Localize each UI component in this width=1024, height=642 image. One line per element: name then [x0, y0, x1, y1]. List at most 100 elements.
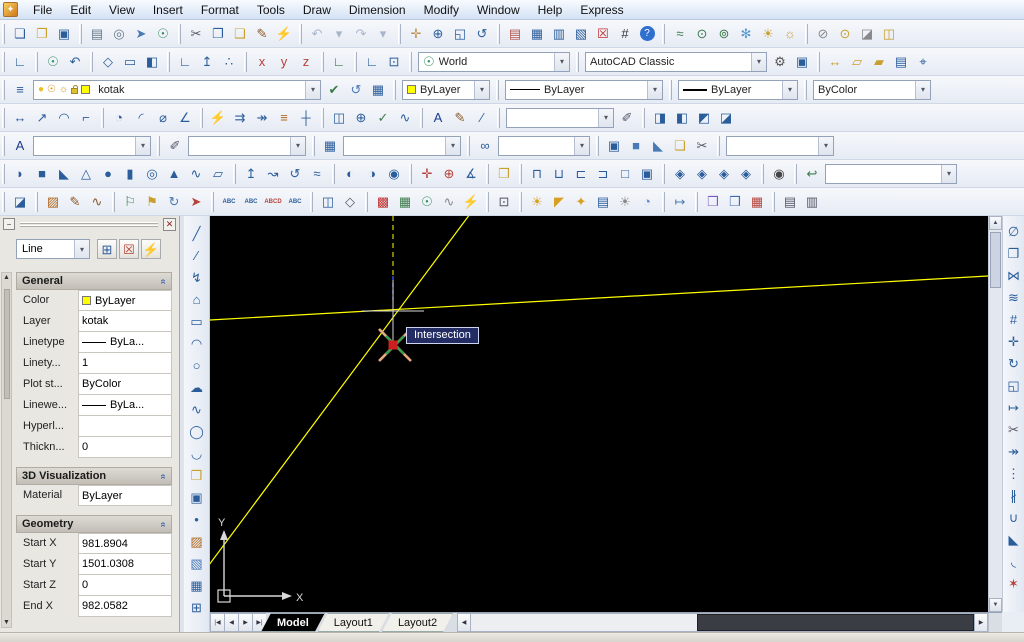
ucs-world-button[interactable]: ☉ [42, 51, 64, 73]
toolbar-grip-icon[interactable] [486, 191, 489, 212]
ucs-button[interactable]: ∟ [9, 51, 31, 73]
menu-insert[interactable]: Insert [144, 1, 192, 19]
table-style-icon-button[interactable]: ▦ [319, 135, 341, 157]
toolbar-grip-icon[interactable] [79, 23, 82, 44]
loft-button[interactable]: ≈ [306, 163, 328, 185]
property-value[interactable]: 1501.0308 [78, 553, 172, 575]
new-distant-light-button[interactable]: ✦ [570, 191, 592, 213]
collapse-chevron-icon[interactable]: « [158, 521, 169, 527]
layer-unlock-button[interactable]: ⊙ [834, 23, 856, 45]
sweep-button[interactable]: ↝ [262, 163, 284, 185]
view-se-isometric-button[interactable]: ◈ [691, 163, 713, 185]
3d-rotate-button[interactable]: ⊕ [438, 163, 460, 185]
dim-linear-button[interactable]: ↔ [9, 107, 31, 129]
chamfer-button[interactable]: ◣ [1003, 528, 1024, 550]
sync-attributes-button[interactable]: ↻ [163, 191, 185, 213]
multileader-style-arrow-icon[interactable]: ▾ [574, 136, 589, 155]
canvas-horizontal-scrollbar[interactable]: ◀ ▶ [457, 613, 988, 632]
toolbar-grip-icon[interactable] [2, 163, 5, 184]
menu-dimension[interactable]: Dimension [340, 1, 415, 19]
sky-background-button[interactable]: ◔ [636, 191, 658, 213]
toolbar-grip-icon[interactable] [409, 163, 412, 184]
named-ucs-button[interactable]: ∟ [361, 51, 383, 73]
lock-objects-button[interactable]: ◪ [856, 23, 878, 45]
toolbar-grip-icon[interactable] [496, 79, 499, 100]
property-value[interactable]: ByColor [78, 373, 172, 395]
view-name-arrow-icon[interactable]: ▾ [941, 164, 956, 183]
select-objects-button[interactable]: ☒ [119, 239, 139, 259]
palette-scrollbar[interactable]: ▲ ▼ [1, 272, 12, 628]
new-file-button[interactable]: ❏ [9, 23, 31, 45]
ellipse-arc-button[interactable]: ◡ [186, 442, 208, 464]
palette-scroll-thumb[interactable] [4, 289, 10, 399]
palette-scroll-up-icon[interactable]: ▲ [2, 273, 11, 282]
dim-radius-button[interactable]: ◔ [108, 107, 130, 129]
copy-button[interactable]: ❐ [207, 23, 229, 45]
edit-hatch-button[interactable]: ▨ [42, 191, 64, 213]
ucs-view-button[interactable]: ◧ [141, 51, 163, 73]
view-front-button[interactable]: □ [614, 163, 636, 185]
palette-drag-grip[interactable] [20, 221, 158, 227]
toolbar-grip-icon[interactable] [662, 163, 665, 184]
quick-dimension-button[interactable]: ⚡ [207, 107, 229, 129]
extend-button[interactable]: ↠ [1003, 440, 1024, 462]
union-button[interactable]: ◐ [339, 163, 361, 185]
markup-set-manager-button[interactable]: ☒ [592, 23, 614, 45]
toolbar-grip-icon[interactable] [519, 163, 522, 184]
color-dropdown[interactable]: ByLayer ▾ [402, 79, 490, 100]
toolbar-grip-icon[interactable] [233, 163, 236, 184]
make-block-button[interactable]: ▣ [186, 486, 208, 508]
trim-xref-button[interactable]: ✂ [691, 135, 713, 157]
offset-button[interactable]: ≋ [1003, 286, 1024, 308]
toggle-pickadd-button[interactable]: ⊞ [97, 239, 117, 259]
make-object-layer-current-button[interactable]: ✔ [323, 79, 345, 101]
plot-preview-button[interactable]: ◎ [108, 23, 130, 45]
view-back-button[interactable]: ▣ [636, 163, 658, 185]
layer-properties-manager-button[interactable]: ≡ [9, 79, 31, 101]
toolbar-grip-icon[interactable] [497, 23, 500, 44]
toolbar-grip-icon[interactable] [467, 135, 470, 156]
dim-center-mark-button[interactable]: ⊕ [350, 107, 372, 129]
distance-button[interactable]: ↔ [824, 51, 846, 73]
ucs-rotate-y-button[interactable]: y [273, 51, 295, 73]
linetype-dropdown[interactable]: ByLayer ▾ [505, 79, 663, 100]
create-camera-button[interactable]: ◉ [768, 163, 790, 185]
light-list-button[interactable]: ▤ [592, 191, 614, 213]
move-button[interactable]: ✛ [1003, 330, 1024, 352]
toolbar-grip-icon[interactable] [817, 51, 820, 72]
toolbar-grip-icon[interactable] [321, 107, 324, 128]
export-dgn-button[interactable]: ❒ [724, 191, 746, 213]
paste-button[interactable]: ❑ [229, 23, 251, 45]
toolbar-grip-icon[interactable] [321, 51, 324, 72]
undo-button[interactable]: ↶ [306, 23, 328, 45]
toolbar-grip-icon[interactable] [35, 191, 38, 212]
dim-style-icon-button[interactable]: ✐ [164, 135, 186, 157]
toolbar-grip-icon[interactable] [244, 51, 247, 72]
quick-select-button[interactable]: ⚡ [141, 239, 161, 259]
toolbar-grip-icon[interactable] [312, 135, 315, 156]
wedge-button[interactable]: ◣ [53, 163, 75, 185]
toolbar-grip-icon[interactable] [332, 163, 335, 184]
new-spotlight-button[interactable]: ◤ [548, 191, 570, 213]
multileader-style-dropdown[interactable]: ▾ [498, 135, 590, 156]
lineweight-arrow-icon[interactable]: ▾ [782, 80, 797, 99]
copy-nested-objects-button[interactable]: ❏ [669, 135, 691, 157]
ucs-apply-button[interactable]: ∟ [328, 51, 350, 73]
scroll-down-icon[interactable]: ▼ [989, 598, 1002, 612]
solid-corner-button[interactable]: ◣ [647, 135, 669, 157]
hyperlink-button[interactable]: ∞ [474, 135, 496, 157]
property-value[interactable]: ByLa... [78, 394, 172, 416]
toolbar-grip-icon[interactable] [354, 51, 357, 72]
batch-plot-button[interactable]: ▥ [801, 191, 823, 213]
toolbar-grip-icon[interactable] [101, 107, 104, 128]
section-header[interactable]: Geometry « [16, 515, 172, 533]
toolbar-grip-icon[interactable] [2, 79, 5, 100]
dim-continue-button[interactable]: ↠ [251, 107, 273, 129]
visual-styles-button[interactable]: ◇ [339, 191, 361, 213]
materials-button[interactable]: ▦ [394, 191, 416, 213]
sheet-set-manager-button[interactable]: ▧ [570, 23, 592, 45]
torus-button[interactable]: ◎ [141, 163, 163, 185]
menu-express[interactable]: Express [571, 1, 632, 19]
stretch-button[interactable]: ↦ [1003, 396, 1024, 418]
pan-button[interactable]: ✛ [405, 23, 427, 45]
